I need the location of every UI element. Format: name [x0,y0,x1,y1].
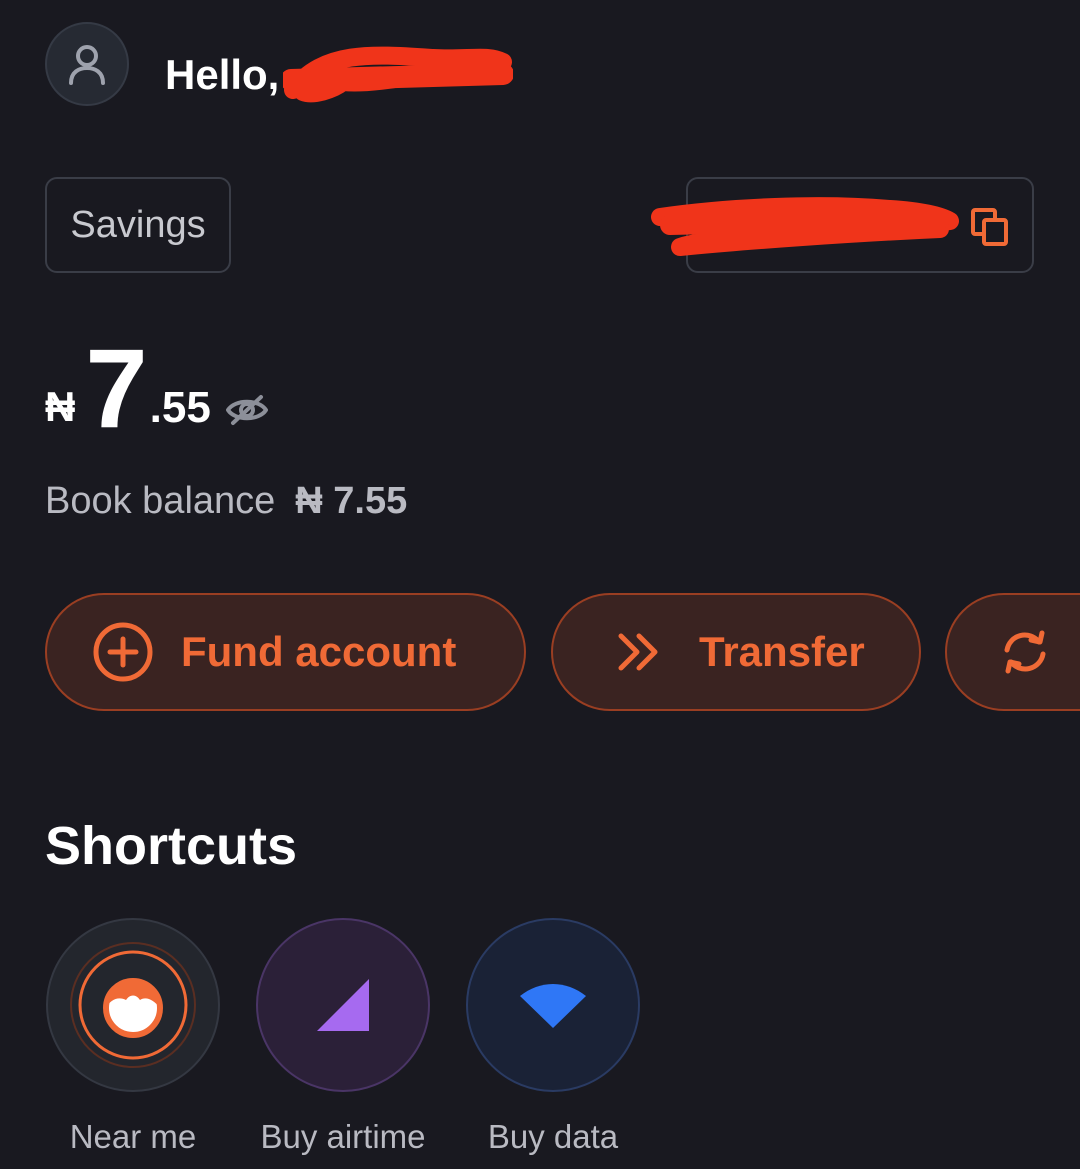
avatar[interactable] [45,22,129,106]
buy-airtime-circle[interactable] [256,918,430,1092]
buy-data-label: Buy data [487,1118,619,1155]
copy-icon[interactable] [970,207,1010,247]
refresh-icon [1004,630,1046,674]
near-me-label: Near me [69,1118,197,1155]
balance-integer: 7 [85,326,147,451]
account-type-label: Savings [70,203,206,246]
redacted-account-number [651,197,959,256]
wifi-icon [520,984,586,1028]
greeting: Hello, [165,40,514,110]
fund-account-button[interactable]: Fund account [45,593,526,711]
user-icon [69,45,105,85]
eye-off-icon[interactable] [225,393,269,427]
shortcut-near-me[interactable]: Near me [46,918,220,1156]
home-screen: Hello, Savings 5 ₦ 7 .55 [0,0,1080,1169]
buy-airtime-label: Buy airtime [260,1118,426,1155]
double-chevron-right-icon [618,633,658,671]
book-balance-value: ₦ 7.55 [295,480,408,522]
plus-circle-icon [93,622,153,682]
shortcut-buy-airtime[interactable]: Buy airtime [256,918,430,1156]
buy-data-circle[interactable] [466,918,640,1092]
greeting-text: Hello, [165,51,280,98]
account-type-chip[interactable]: Savings [45,177,231,273]
signal-icon [317,979,369,1031]
account-number-box[interactable]: 5 [651,177,1034,273]
near-me-circle[interactable] [46,918,220,1092]
face-icon [70,942,196,1068]
redacted-username [279,40,514,110]
transfer-label: Transfer [699,628,865,675]
exchange-button[interactable] [945,593,1080,711]
book-balance: Book balance ₦ 7.55 [45,480,407,523]
currency-symbol: ₦ [45,383,76,430]
shortcuts-title: Shortcuts [45,816,298,876]
fund-account-label: Fund account [181,628,457,675]
balance-decimal: .55 [149,383,211,432]
book-balance-label: Book balance [45,480,276,522]
balance-display: ₦ 7 .55 [45,326,269,451]
transfer-button[interactable]: Transfer [551,593,921,711]
shortcut-buy-data[interactable]: Buy data [466,918,640,1156]
